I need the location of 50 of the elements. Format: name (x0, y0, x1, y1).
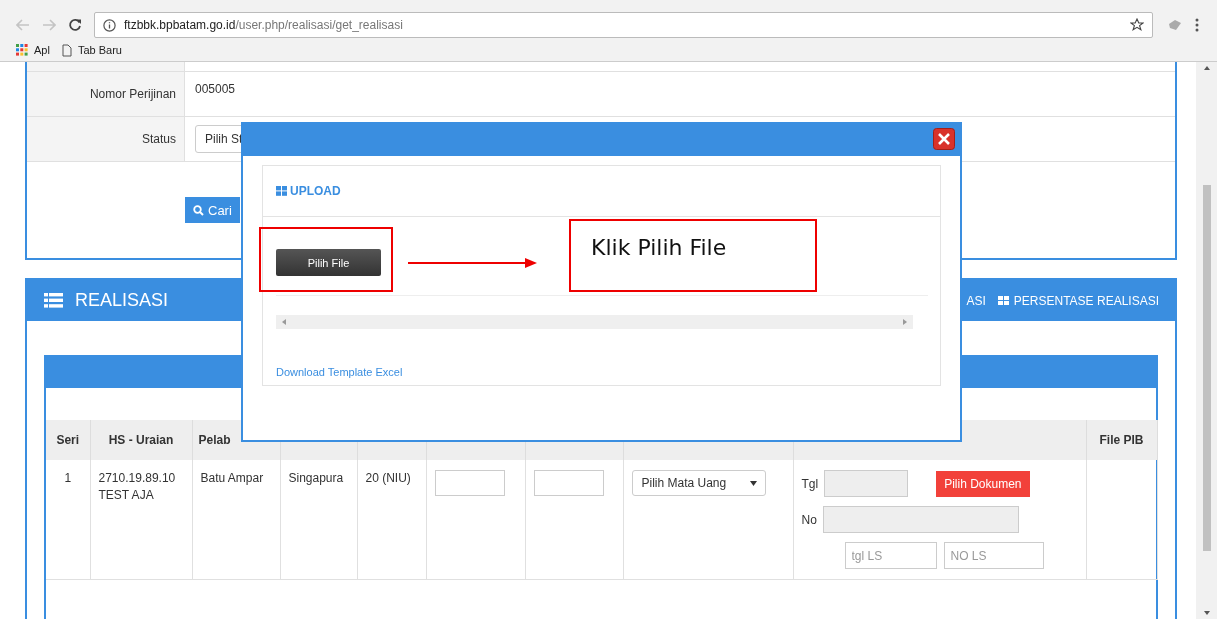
scroll-left-icon[interactable] (282, 319, 286, 325)
search-icon (193, 204, 204, 216)
input-field[interactable]: NO LS (943, 542, 1044, 569)
input-field[interactable] (533, 470, 604, 496)
address-bar[interactable]: ftzbbk.bpbatam.go.id/user.php/realisasi/get_realisasi (94, 12, 1153, 38)
table-cell: Batu Ampar (200, 471, 264, 485)
scroll-up-icon[interactable] (1203, 66, 1210, 70)
reload-icon[interactable] (68, 18, 82, 32)
section-title: UPLOAD (290, 184, 341, 198)
panel-title: REALISASI (75, 290, 169, 311)
page-icon[interactable] (61, 43, 72, 57)
scroll-down-icon[interactable] (1203, 611, 1210, 615)
grid-icon (276, 186, 287, 196)
table-cell: Singapura (288, 471, 344, 485)
column-header: Seri (56, 433, 80, 447)
input-field[interactable] (434, 470, 505, 496)
bookmark[interactable]: Apl (16, 44, 50, 56)
input-field[interactable]: tgl LS (844, 542, 937, 569)
currency-select[interactable]: Pilih Mata Uang (631, 470, 766, 496)
column-header: Pelab (198, 433, 231, 447)
forward-icon[interactable] (42, 19, 56, 31)
back-icon[interactable] (16, 19, 30, 31)
field-label: Status (141, 132, 176, 146)
scroll-right-icon[interactable] (903, 319, 907, 325)
table-cell: 20 (NIU) (365, 471, 411, 485)
field-label: Tgl (801, 476, 819, 491)
menu-icon[interactable] (1195, 18, 1199, 32)
apps-icon[interactable] (16, 44, 28, 56)
horizontal-scrollbar[interactable] (276, 315, 913, 329)
caret-icon (749, 480, 757, 486)
download-template-link[interactable]: Download Template Excel (276, 366, 403, 378)
vertical-scrollbar[interactable] (1196, 62, 1217, 619)
grid-icon (997, 296, 1009, 305)
close-icon[interactable] (933, 128, 955, 150)
extension-icon[interactable] (1167, 18, 1183, 32)
field-label: No (801, 512, 817, 527)
star-icon[interactable] (1130, 18, 1144, 32)
callout-text: Klik Pilih File (591, 235, 727, 260)
info-icon[interactable] (103, 18, 116, 32)
field-label: Nomor Perijinan (89, 87, 176, 101)
field-value: 005005 (195, 82, 236, 96)
table-cell: 2710.19.89.10 TEST AJA (98, 471, 176, 502)
bookmark[interactable]: Tab Baru (61, 43, 122, 57)
column-header: HS - Uraian (108, 433, 174, 447)
choose-file-button[interactable]: Pilih File (276, 249, 381, 276)
table-cell: 1 (64, 471, 72, 485)
url-text: ftzbbk.bpbatam.go.id/user.php/realisasi/get_realisasi (124, 18, 404, 32)
column-header: File PIB (1099, 433, 1144, 447)
choose-document-button[interactable]: Pilih Dokumen (936, 470, 1030, 497)
list-icon (44, 293, 63, 308)
